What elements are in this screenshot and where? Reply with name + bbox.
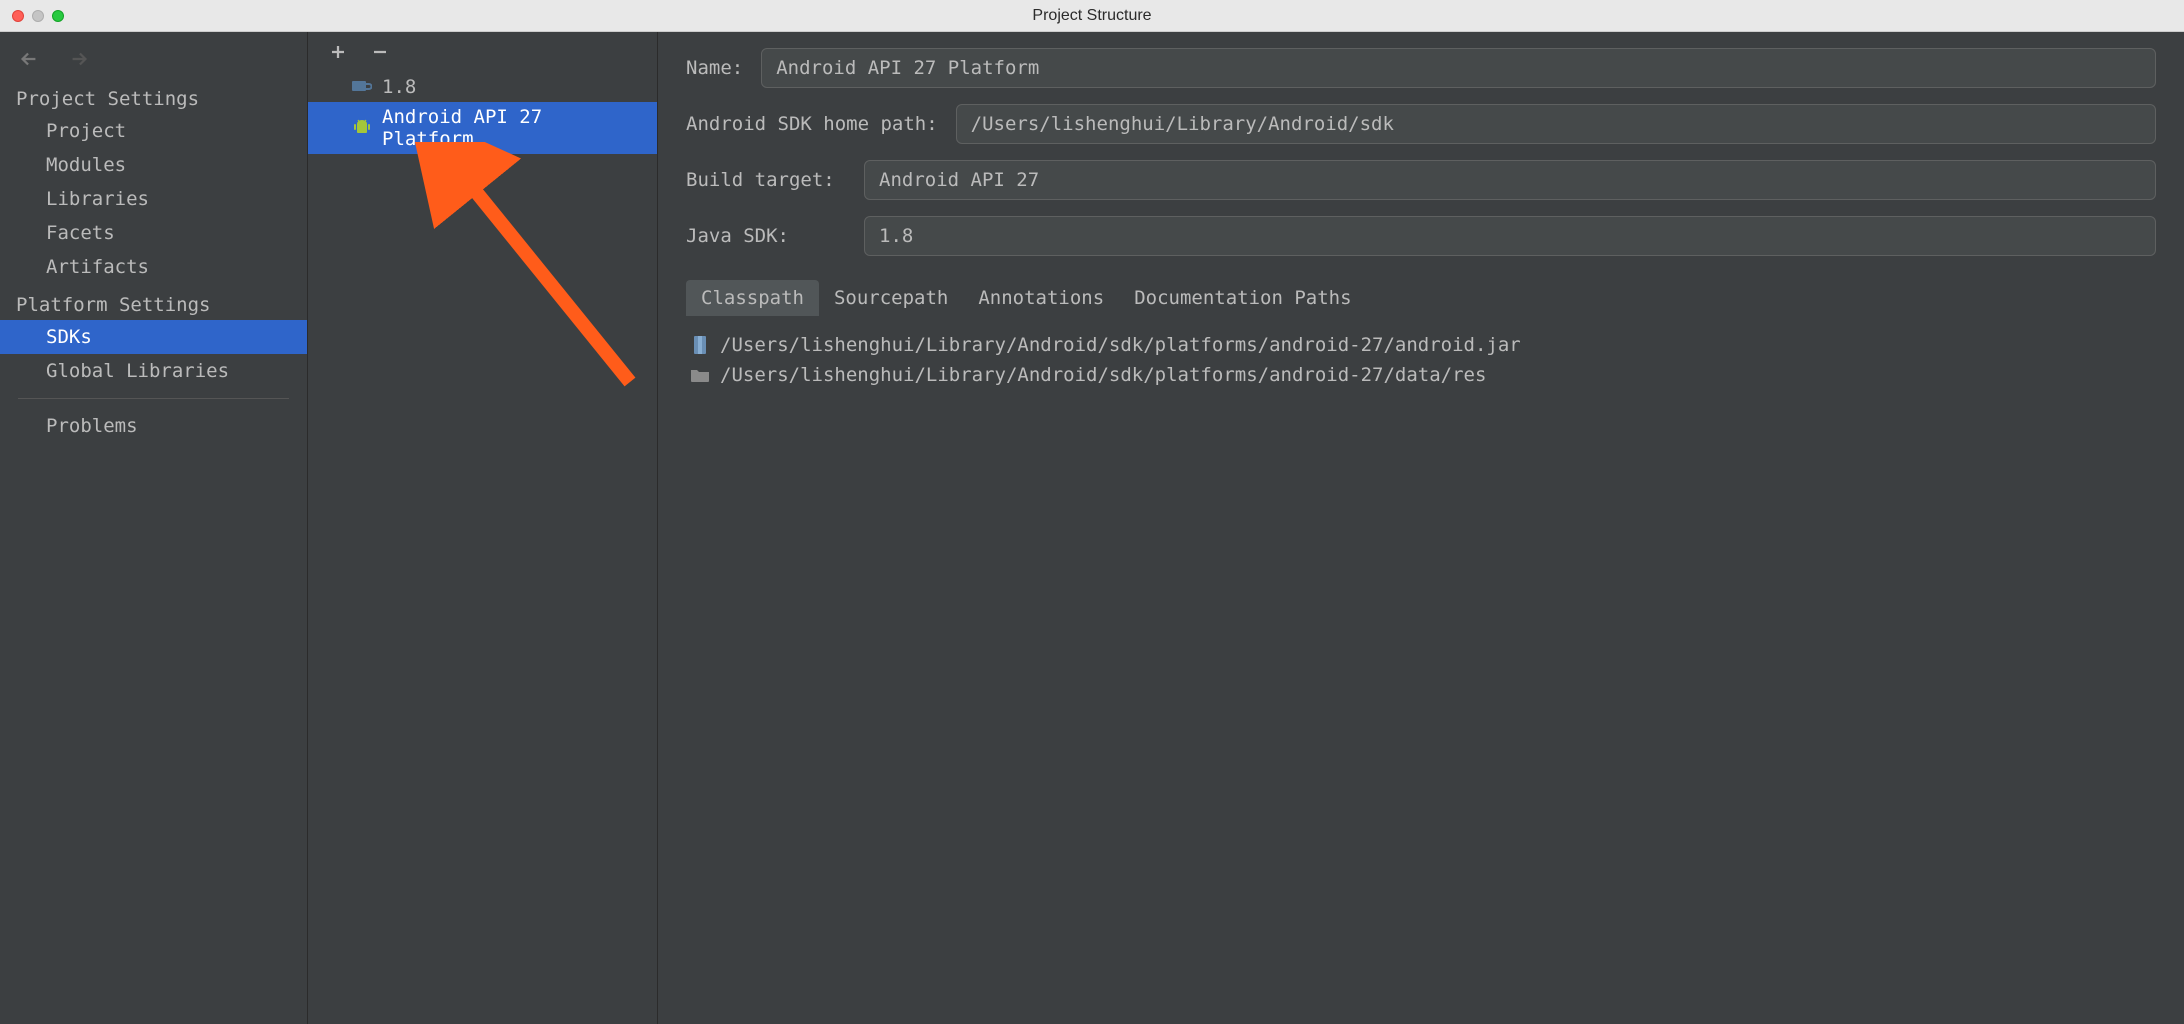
sidebar-item-sdks[interactable]: SDKs (0, 320, 307, 354)
divider (18, 398, 289, 399)
sdk-list-panel: 1.8 Android API 27 Platform (308, 32, 658, 1024)
tabs: Classpath Sourcepath Annotations Documen… (686, 280, 2156, 316)
classpath-item-path: /Users/lishenghui/Library/Android/sdk/pl… (720, 334, 1521, 356)
java-icon (352, 77, 372, 97)
sdk-item-label: Android API 27 Platform (382, 106, 645, 150)
nav-back-button[interactable] (18, 48, 40, 70)
tab-documentation-paths[interactable]: Documentation Paths (1119, 280, 1366, 316)
section-project-settings: Project Settings (0, 78, 307, 114)
sdk-item-label: 1.8 (382, 76, 416, 98)
sdk-item-android[interactable]: Android API 27 Platform (308, 102, 657, 154)
tab-classpath[interactable]: Classpath (686, 280, 819, 316)
window-title: Project Structure (1032, 7, 1151, 25)
remove-sdk-button[interactable] (370, 42, 390, 62)
folder-icon (690, 365, 710, 385)
classpath-item-path: /Users/lishenghui/Library/Android/sdk/pl… (720, 364, 1486, 386)
classpath-item[interactable]: /Users/lishenghui/Library/Android/sdk/pl… (686, 332, 2156, 358)
sdk-toolbar (308, 32, 657, 72)
sidebar-item-global-libraries[interactable]: Global Libraries (0, 354, 307, 388)
sidebar-item-facets[interactable]: Facets (0, 216, 307, 250)
titlebar: Project Structure (0, 0, 2184, 32)
java-sdk-label: Java SDK: (686, 225, 846, 247)
maximize-window-button[interactable] (52, 10, 64, 22)
tab-annotations[interactable]: Annotations (963, 280, 1119, 316)
android-icon (352, 118, 372, 138)
minimize-window-button[interactable] (32, 10, 44, 22)
detail-panel: Name: Android SDK home path: Build targe… (658, 32, 2184, 1024)
name-input[interactable] (761, 48, 2156, 88)
sidebar-item-project[interactable]: Project (0, 114, 307, 148)
sdk-home-input[interactable] (956, 104, 2156, 144)
add-sdk-button[interactable] (328, 42, 348, 62)
tab-sourcepath[interactable]: Sourcepath (819, 280, 963, 316)
build-target-select[interactable] (864, 160, 2156, 200)
sidebar-item-modules[interactable]: Modules (0, 148, 307, 182)
sidebar-item-problems[interactable]: Problems (0, 409, 307, 443)
classpath-item[interactable]: /Users/lishenghui/Library/Android/sdk/pl… (686, 362, 2156, 388)
sdk-home-label: Android SDK home path: (686, 113, 938, 135)
sidebar-item-artifacts[interactable]: Artifacts (0, 250, 307, 284)
sdk-item-java[interactable]: 1.8 (308, 72, 657, 102)
sidebar-item-libraries[interactable]: Libraries (0, 182, 307, 216)
build-target-label: Build target: (686, 169, 846, 191)
close-window-button[interactable] (12, 10, 24, 22)
classpath-list: /Users/lishenghui/Library/Android/sdk/pl… (686, 332, 2156, 388)
nav-forward-button[interactable] (68, 48, 90, 70)
jar-icon (690, 335, 710, 355)
nav-arrows (0, 32, 307, 78)
sidebar: Project Settings Project Modules Librari… (0, 32, 308, 1024)
section-platform-settings: Platform Settings (0, 284, 307, 320)
name-label: Name: (686, 57, 743, 79)
window-controls (12, 10, 64, 22)
main-area: Project Settings Project Modules Librari… (0, 32, 2184, 1024)
java-sdk-select[interactable] (864, 216, 2156, 256)
